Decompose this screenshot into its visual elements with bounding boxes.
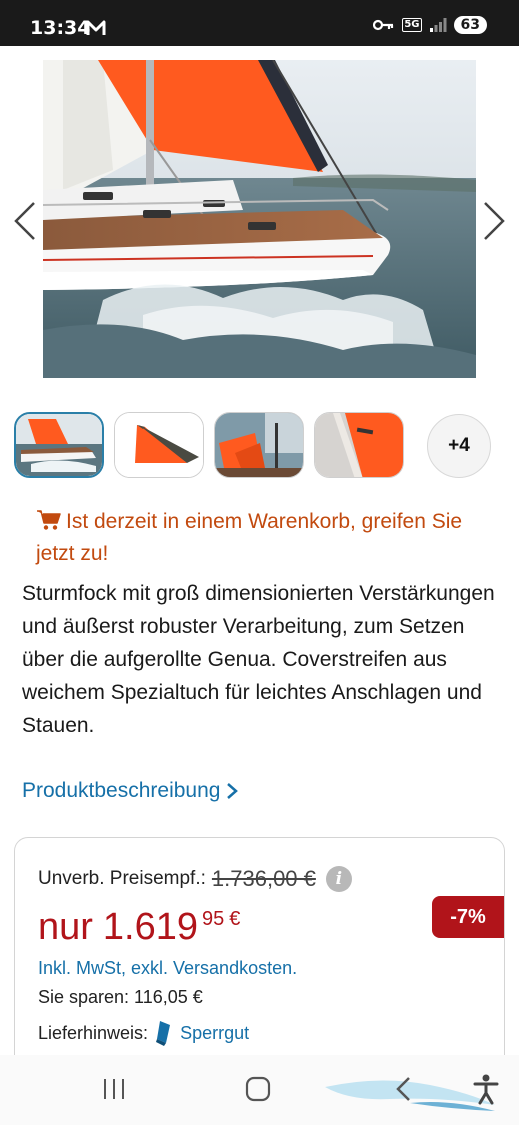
recent-apps-icon[interactable] [101,1076,127,1102]
thumbnail-2[interactable] [114,412,204,478]
signal-icon [429,18,447,32]
shipping-value[interactable]: Sperrgut [180,1023,249,1044]
status-icons: 5G 63 [373,16,487,34]
price-cents: 95 [202,908,225,930]
rrp-value: 1.736,00 € [211,866,316,891]
sailboat-photo [43,60,476,378]
product-description-link[interactable]: Produktbeschreibung [22,775,239,807]
key-icon [373,19,394,31]
cart-notice-text: Ist derzeit in einem Warenkorb, greifen … [36,510,463,565]
discount-badge: -7% [432,896,504,938]
chevron-right-icon[interactable] [481,200,507,242]
accessibility-icon[interactable] [472,1073,500,1105]
info-icon[interactable]: i [325,866,352,892]
chevron-left-icon[interactable] [12,200,38,242]
cart-notice: Ist derzeit in einem Warenkorb, greifen … [36,506,486,570]
current-price: nur 1.619 95 € [38,902,240,952]
rrp-label: Unverb. Preisempf.: [38,868,206,889]
status-bar: 13:34 5G 63 [0,0,519,46]
rrp-row: Unverb. Preisempf.: 1.736,00 € i [38,866,352,892]
network-type: 5G [402,18,422,32]
cart-icon [37,510,61,530]
shipping-note: Lieferhinweis: Sperrgut [38,1019,249,1047]
thumbnail-4[interactable] [314,412,404,478]
thumbnail-3[interactable] [214,412,304,478]
price-currency: € [229,908,241,930]
price-box: Unverb. Preisempf.: 1.736,00 € i nur 1.6… [14,837,505,1077]
back-icon[interactable] [393,1075,415,1103]
bulky-goods-icon [156,1021,171,1046]
thumbnail-strip: +4 [14,412,504,480]
price-main: 1.619 [102,906,199,948]
chevron-right-icon [227,783,239,799]
shipping-label: Lieferhinweis: [38,1022,149,1043]
battery-level: 63 [453,16,487,34]
app-notification-icon [86,20,106,35]
system-navigation-bar [0,1055,519,1125]
status-time: 13:34 [30,17,91,39]
price-prefix: nur [38,906,93,948]
savings-text: Sie sparen: 116,05 € [38,987,203,1007]
product-description: Sturmfock mit groß dimensionierten Verst… [22,582,495,737]
home-icon[interactable] [245,1076,271,1102]
product-image[interactable] [43,60,476,378]
more-images-button[interactable]: +4 [427,414,491,478]
product-description-link-label: Produktbeschreibung [22,779,221,802]
tax-shipping-link[interactable]: Inkl. MwSt, exkl. Versandkosten. [38,958,297,979]
thumbnail-1[interactable] [14,412,104,478]
